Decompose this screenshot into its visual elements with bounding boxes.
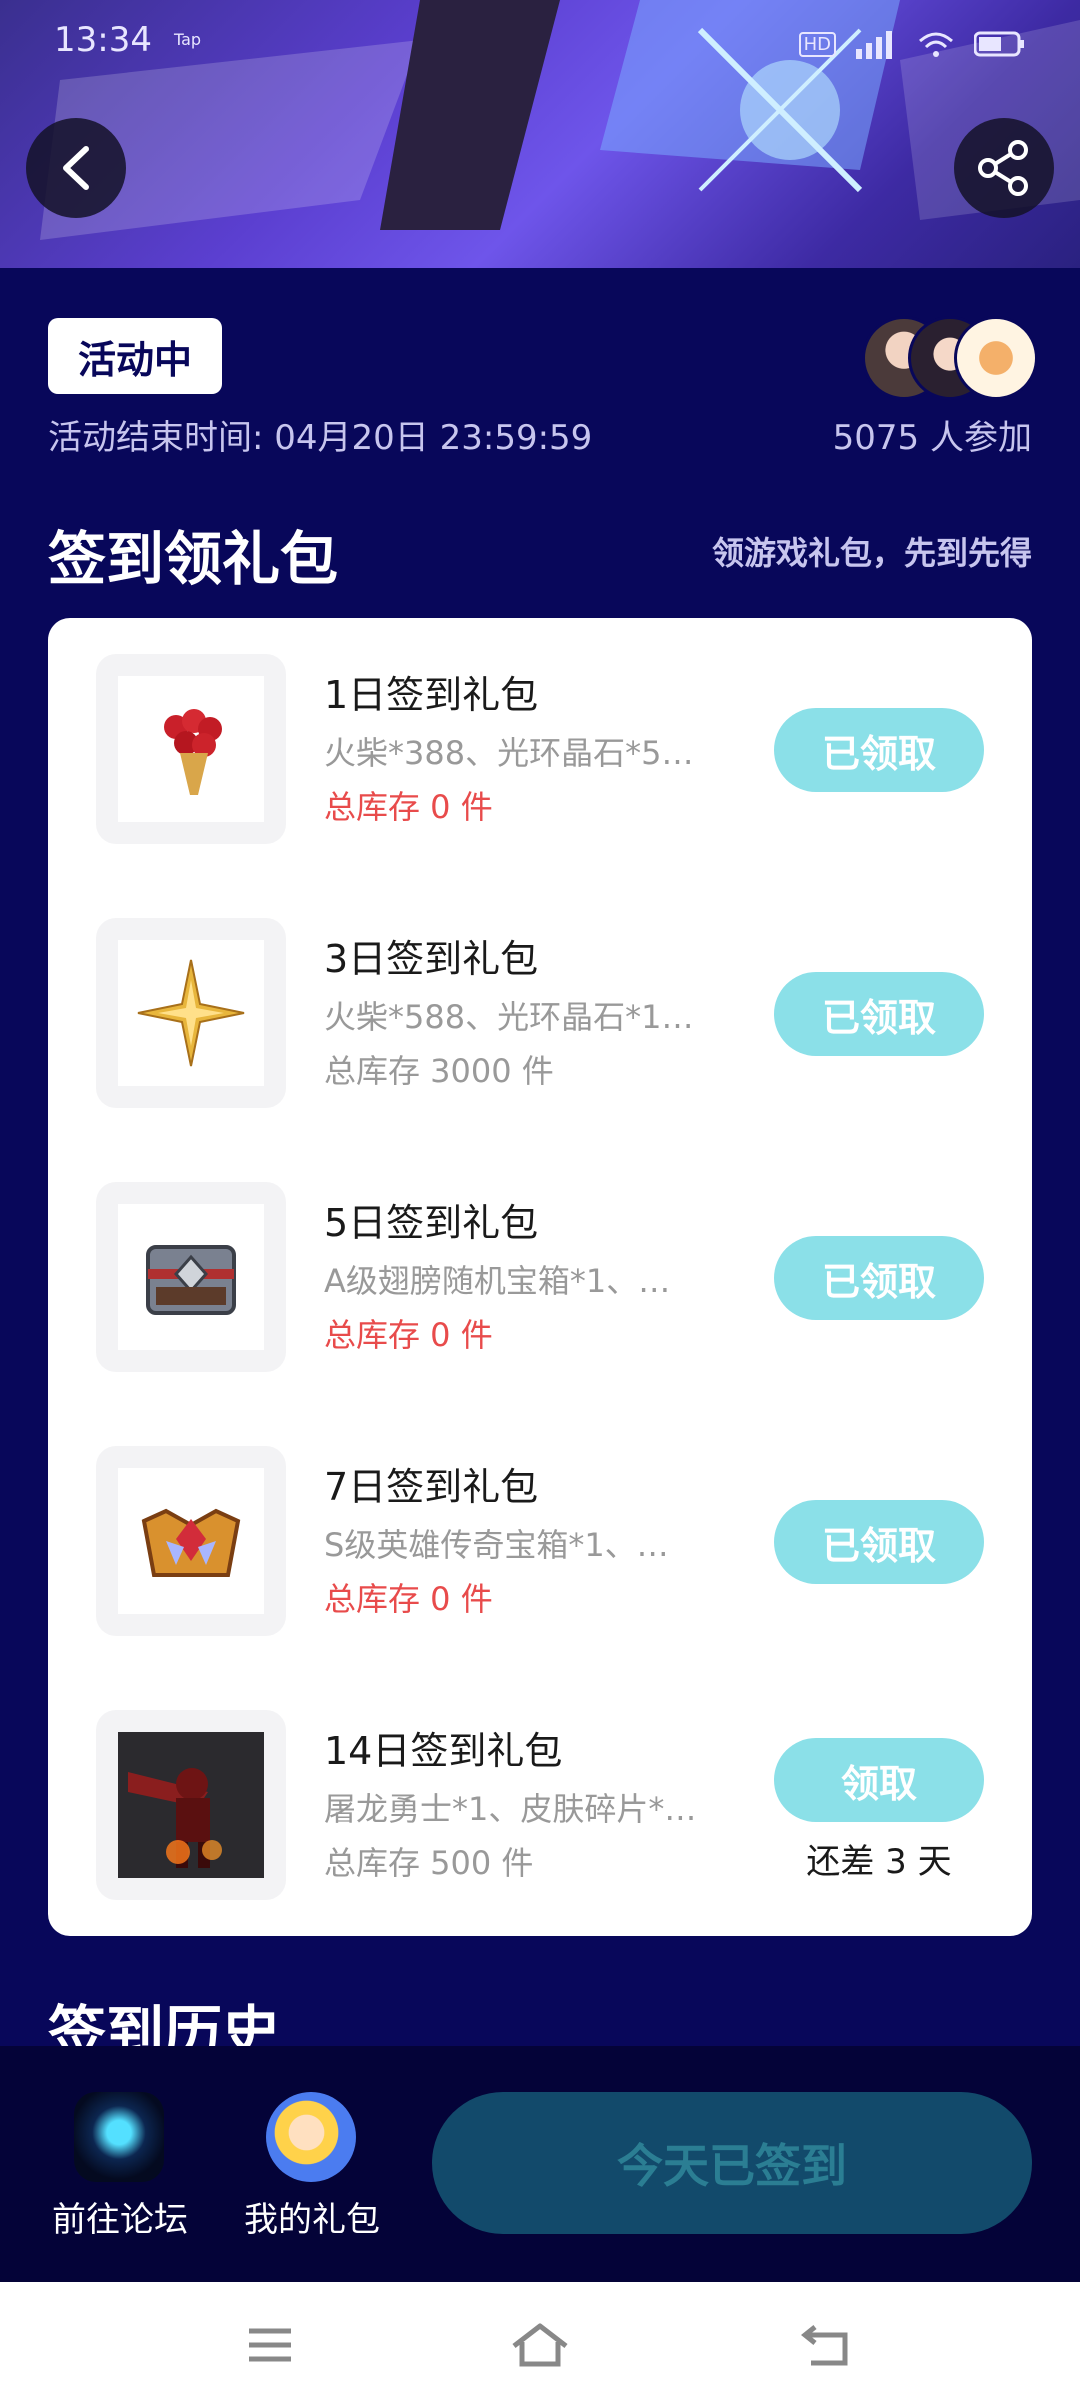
- gift-thumbnail[interactable]: [96, 1182, 286, 1372]
- gift-mascot-icon: [266, 2092, 356, 2182]
- gift-description: 火柴*588、光环晶石*1…: [324, 998, 694, 1036]
- battery-icon: [974, 31, 1024, 57]
- gift-description: S级英雄传奇宝箱*1、…: [324, 1526, 669, 1564]
- signal-icon: [856, 31, 892, 59]
- gift-item-14day: 14日签到礼包 屠龙勇士*1、皮肤碎片*… 总库存 500 件 领取 还差 3 …: [48, 1710, 1032, 1900]
- hd-icon: HD: [798, 31, 836, 57]
- bottom-action-bar: 前往论坛 我的礼包 今天已签到: [0, 2046, 1080, 2282]
- match-bundle-icon: [164, 709, 222, 795]
- dragon-slayer-skin-icon: [118, 1732, 264, 1878]
- gift-name: 1日签到礼包: [324, 673, 539, 717]
- return-icon: [801, 2325, 848, 2366]
- gift-thumbnail[interactable]: [96, 1446, 286, 1636]
- my-gifts-link[interactable]: 我的礼包: [232, 2092, 392, 2242]
- activity-status-badge: 活动中: [48, 318, 222, 394]
- my-gifts-label: 我的礼包: [244, 2200, 380, 2240]
- gift-stock: 总库存 3000 件: [324, 1052, 554, 1090]
- gift-stock: 总库存 0 件: [324, 1316, 493, 1354]
- participant-avatars[interactable]: [862, 316, 1038, 400]
- menu-icon: [249, 2328, 291, 2362]
- gift-description: 屠龙勇士*1、皮肤碎片*…: [324, 1790, 697, 1828]
- signin-section-title: 签到领礼包: [48, 525, 339, 593]
- gift-name: 14日签到礼包: [324, 1729, 563, 1773]
- forum-link[interactable]: 前往论坛: [40, 2092, 200, 2242]
- home-nav-button[interactable]: [510, 2320, 570, 2370]
- game-forum-icon: [74, 2092, 164, 2182]
- activity-end-time: 活动结束时间: 04月20日 23:59:59: [48, 418, 593, 458]
- back-button[interactable]: [26, 118, 126, 218]
- gift-thumbnail[interactable]: [96, 654, 286, 844]
- gift-list-card: 1日签到礼包 火柴*388、光环晶石*5… 总库存 0 件 已领取 3日签到礼包…: [48, 618, 1032, 1936]
- participant-count: 5075 人参加: [832, 418, 1032, 458]
- gift-stock: 总库存 0 件: [324, 1580, 493, 1618]
- share-button[interactable]: [954, 118, 1054, 218]
- home-icon: [512, 2323, 568, 2367]
- back-arrow-icon: [63, 146, 89, 190]
- gift-name: 5日签到礼包: [324, 1201, 539, 1245]
- gift-stock: 总库存 500 件: [324, 1844, 534, 1882]
- gift-item-7day: 7日签到礼包 S级英雄传奇宝箱*1、… 总库存 0 件 已领取: [48, 1446, 1032, 1636]
- gift-item-3day: 3日签到礼包 火柴*588、光环晶石*1… 总库存 3000 件 已领取: [48, 918, 1032, 1108]
- gift-description: 火柴*388、光环晶石*5…: [324, 734, 694, 772]
- signin-section-hint: 领游戏礼包，先到先得: [711, 534, 1032, 572]
- gift-item-1day: 1日签到礼包 火柴*388、光环晶石*5… 总库存 0 件 已领取: [48, 654, 1032, 844]
- menu-nav-button[interactable]: [240, 2320, 300, 2370]
- star-crystal-icon: [137, 959, 245, 1067]
- wing-chest-icon: [146, 1245, 236, 1315]
- gift-thumbnail[interactable]: [96, 918, 286, 1108]
- days-remaining-note: 还差 3 天: [806, 1842, 952, 1882]
- claimed-button[interactable]: 已领取: [774, 1236, 984, 1320]
- gift-name: 3日签到礼包: [324, 937, 539, 981]
- status-app-indicator: Tap: [174, 30, 202, 49]
- gift-item-5day: 5日签到礼包 A级翅膀随机宝箱*1、… 总库存 0 件 已领取: [48, 1182, 1032, 1372]
- hero-banner: 13:34 Tap HD: [0, 0, 1080, 268]
- status-bar: 13:34 Tap HD: [0, 0, 1080, 86]
- share-icon: [978, 140, 1028, 196]
- claim-button[interactable]: 领取: [774, 1738, 984, 1822]
- claimed-button[interactable]: 已领取: [774, 1500, 984, 1584]
- gift-description: A级翅膀随机宝箱*1、…: [324, 1262, 671, 1300]
- avatar: [954, 316, 1038, 400]
- system-navigation-bar: [0, 2282, 1080, 2408]
- wifi-icon: [919, 32, 953, 57]
- signed-today-button[interactable]: 今天已签到: [432, 2092, 1032, 2234]
- gift-stock: 总库存 0 件: [324, 788, 493, 826]
- legend-chest-icon: [141, 1508, 241, 1577]
- status-time: 13:34: [54, 20, 152, 60]
- gift-thumbnail[interactable]: [96, 1710, 286, 1900]
- back-nav-button[interactable]: [796, 2320, 856, 2370]
- claimed-button[interactable]: 已领取: [774, 972, 984, 1056]
- gift-name: 7日签到礼包: [324, 1465, 539, 1509]
- forum-label: 前往论坛: [52, 2200, 188, 2240]
- status-icons: HD: [798, 24, 1026, 64]
- claimed-button[interactable]: 已领取: [774, 708, 984, 792]
